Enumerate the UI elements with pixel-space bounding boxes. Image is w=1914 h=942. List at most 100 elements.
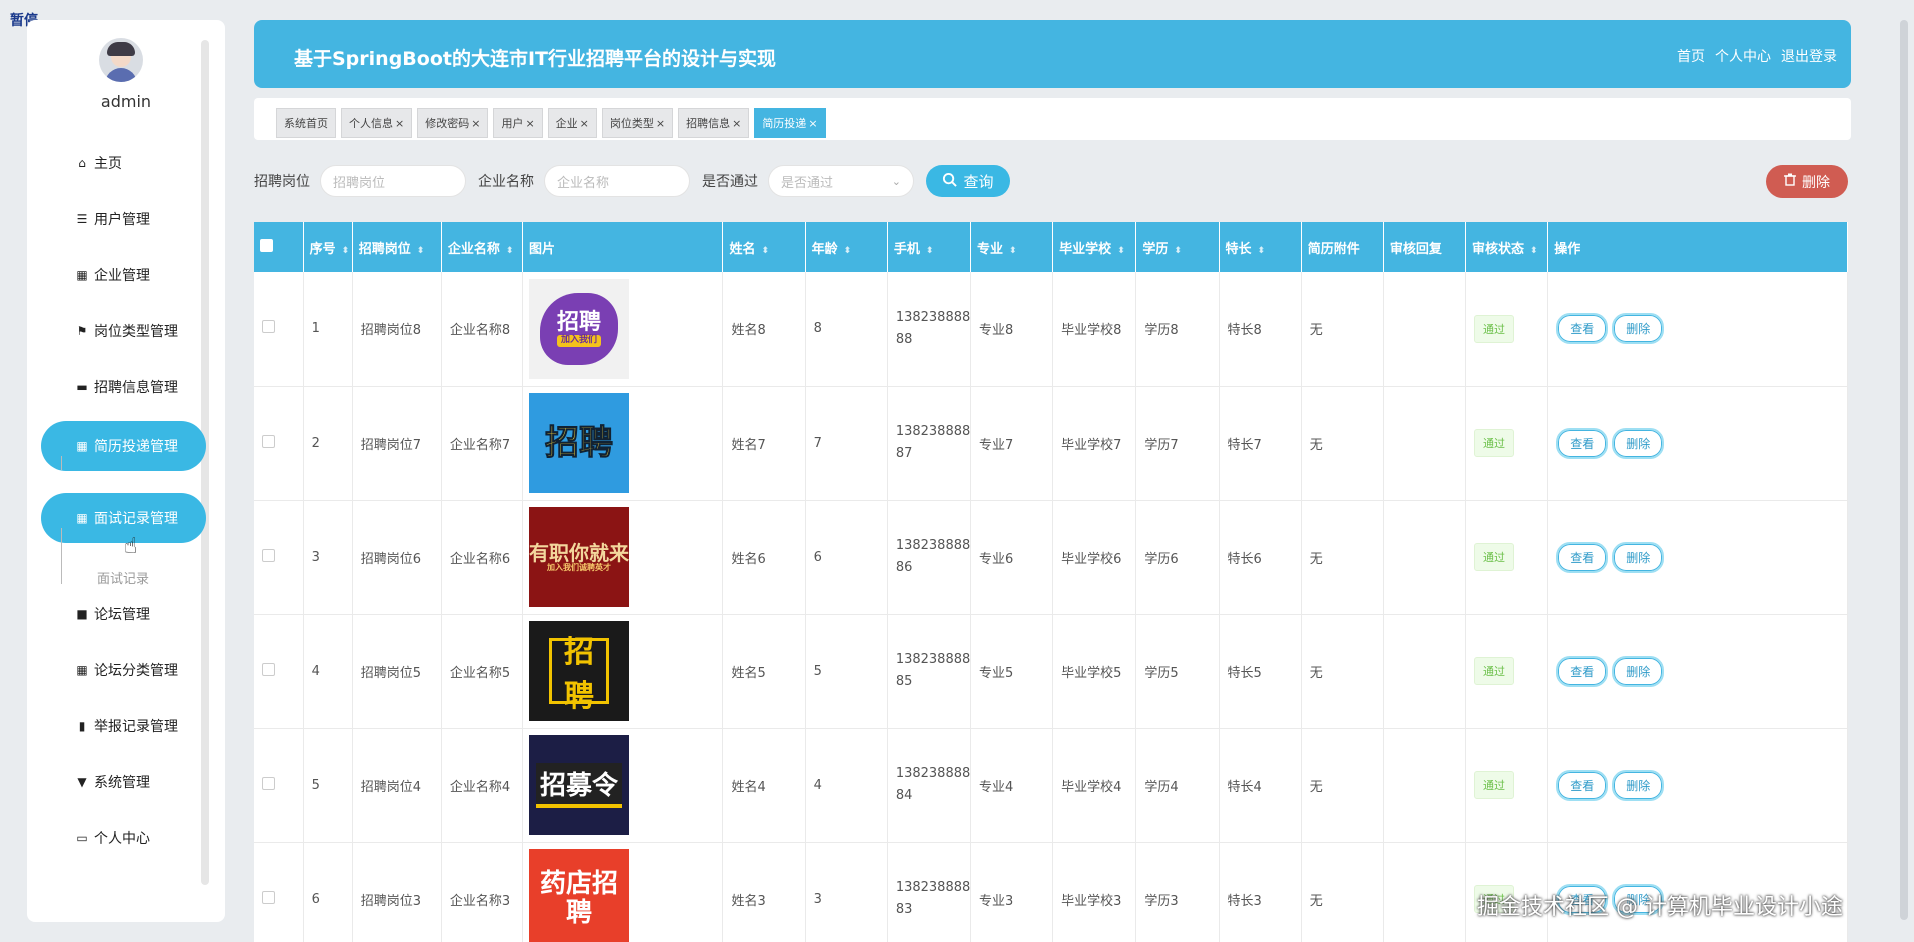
tab-7[interactable]: 简历投递 × — [754, 108, 826, 138]
column-header[interactable]: 特长 ⬍ — [1219, 222, 1302, 272]
pass-filter-select[interactable]: 是否通过 ⌄ — [768, 165, 914, 197]
sidebar-item-forum-category-management[interactable]: ▦ 论坛分类管理 — [41, 645, 206, 695]
batch-delete-button[interactable]: 删除 — [1766, 165, 1848, 198]
tab-6[interactable]: 招聘信息 × — [678, 108, 750, 138]
table-row[interactable]: 3 招聘岗位6 企业名称6 有职你就来 加入我们诚聘英才 姓名6 6 13823888886 专… — [254, 500, 1848, 615]
close-icon[interactable]: × — [525, 117, 534, 130]
column-header[interactable]: 专业 ⬍ — [970, 222, 1054, 272]
tab-1[interactable]: 个人信息 × — [341, 108, 413, 138]
row-delete-button[interactable]: 删除 — [1612, 427, 1665, 459]
table-row[interactable]: 2 招聘岗位7 企业名称7 招聘 姓名7 7 13823888887 专业7 毕业学校7 学历7 特… — [254, 386, 1848, 501]
query-button[interactable]: 查询 — [926, 165, 1010, 197]
close-icon[interactable]: × — [471, 117, 480, 130]
close-icon[interactable]: × — [395, 117, 404, 130]
row-delete-button[interactable]: 删除 — [1612, 655, 1665, 687]
sort-icon[interactable]: ⬍ — [926, 246, 934, 256]
sort-icon[interactable]: ⬍ — [417, 246, 425, 256]
view-button[interactable]: 查看 — [1556, 655, 1609, 687]
row-checkbox[interactable] — [262, 776, 275, 790]
view-button[interactable]: 查看 — [1556, 541, 1609, 573]
sidebar-subitem-interview-record[interactable]: 面试记录 — [97, 568, 149, 587]
header-link-home[interactable]: 首页 — [1677, 46, 1705, 66]
column-header[interactable]: 年龄 ⬍ — [805, 222, 888, 272]
close-icon[interactable]: × — [580, 117, 589, 130]
sort-icon[interactable]: ⬍ — [1009, 246, 1017, 256]
table-row[interactable]: 5 招聘岗位4 企业名称4 招募令 姓名4 4 13823888884 专业4 毕业学校4 学历4… — [254, 728, 1848, 843]
column-header[interactable]: 企业名称 ⬍ — [441, 222, 524, 272]
sidebar-item-home[interactable]: ⌂ 主页 — [41, 138, 206, 188]
cell-phone: 13823888888 — [887, 272, 972, 387]
row-delete-button[interactable]: 删除 — [1612, 769, 1665, 801]
poster-title: 招募令 — [536, 762, 623, 808]
view-button[interactable]: 查看 — [1556, 313, 1609, 345]
row-checkbox-cell[interactable] — [254, 500, 304, 615]
tab-5[interactable]: 岗位类型 × — [601, 108, 674, 138]
row-delete-button[interactable]: 删除 — [1612, 541, 1665, 573]
row-checkbox-cell[interactable] — [254, 614, 304, 729]
sidebar-item-company-management[interactable]: ▦ 企业管理 — [41, 250, 206, 300]
column-header[interactable]: 手机 ⬍ — [887, 222, 972, 272]
tab-4[interactable]: 企业 × — [547, 108, 597, 138]
row-checkbox[interactable] — [262, 434, 275, 448]
cell-age: 8 — [805, 272, 888, 387]
recruitment-poster-image[interactable]: 有职你就来 加入我们诚聘英才 — [529, 507, 630, 607]
header-link-profile[interactable]: 个人中心 — [1715, 46, 1771, 66]
close-icon[interactable]: × — [656, 117, 665, 130]
select-all-checkbox[interactable] — [260, 238, 273, 252]
sort-icon[interactable]: ⬍ — [844, 246, 852, 256]
view-button[interactable]: 查看 — [1556, 769, 1609, 801]
avatar[interactable] — [99, 38, 143, 82]
row-delete-button[interactable]: 删除 — [1612, 313, 1665, 345]
row-checkbox-cell[interactable] — [254, 386, 304, 501]
sidebar-item-personal-center[interactable]: ▭ 个人中心 — [41, 813, 206, 863]
row-checkbox-cell[interactable] — [254, 842, 304, 942]
sort-icon[interactable]: ⬍ — [506, 246, 514, 256]
sort-icon[interactable]: ⬍ — [1117, 246, 1125, 256]
job-filter-input[interactable]: 招聘岗位 — [320, 165, 466, 197]
recruitment-poster-image[interactable]: 药店招聘 — [529, 849, 630, 942]
sort-icon[interactable]: ⬍ — [342, 246, 350, 256]
column-header[interactable]: 姓名 ⬍ — [722, 222, 806, 272]
cell-status: 通过 — [1465, 272, 1549, 387]
close-icon[interactable]: × — [808, 117, 817, 130]
sidebar-item-recruitment-info-management[interactable]: ▬ 招聘信息管理 — [41, 362, 206, 412]
company-filter-input[interactable]: 企业名称 — [544, 165, 690, 197]
cell-actions: 查看 删除 — [1547, 500, 1848, 615]
recruitment-poster-image[interactable]: 招聘 加入我们 — [529, 278, 630, 379]
sort-icon[interactable]: ⬍ — [1258, 246, 1266, 256]
row-checkbox-cell[interactable] — [254, 728, 304, 843]
column-header[interactable]: 毕业学校 ⬍ — [1052, 222, 1137, 272]
sidebar-item-report-record-management[interactable]: ▮ 举报记录管理 — [41, 701, 206, 751]
sort-icon[interactable]: ⬍ — [1530, 246, 1538, 256]
table-row[interactable]: 1 招聘岗位8 企业名称8 招聘 加入我们 姓名8 8 13823888888 专业8 毕业学校8… — [254, 272, 1848, 387]
row-checkbox[interactable] — [262, 320, 275, 334]
table-row[interactable]: 4 招聘岗位5 企业名称5 招聘 姓名5 5 13823888885 专业5 毕业学校5 学历5 特… — [254, 614, 1848, 729]
cell-edu: 学历4 — [1135, 728, 1220, 843]
sidebar-item-user-management[interactable]: ☰ 用户管理 — [41, 194, 206, 244]
row-checkbox[interactable] — [262, 890, 275, 904]
sort-icon[interactable]: ⬍ — [762, 246, 770, 256]
tab-2[interactable]: 修改密码 × — [417, 108, 489, 138]
row-checkbox[interactable] — [262, 548, 275, 562]
tab-0[interactable]: 系统首页 — [276, 108, 336, 138]
close-icon[interactable]: × — [732, 117, 741, 130]
tab-3[interactable]: 用户 × — [493, 108, 543, 138]
sort-icon[interactable]: ⬍ — [1174, 246, 1182, 256]
column-header[interactable]: 招聘岗位 ⬍ — [352, 222, 442, 272]
select-all-checkbox-cell[interactable] — [254, 222, 304, 272]
view-button[interactable]: 查看 — [1556, 427, 1609, 459]
row-checkbox-cell[interactable] — [254, 272, 304, 387]
row-checkbox[interactable] — [262, 662, 275, 676]
sidebar-item-forum-management[interactable]: ■ 论坛管理 — [41, 589, 206, 639]
column-header[interactable]: 审核状态 ⬍ — [1465, 222, 1549, 272]
column-header[interactable]: 学历 ⬍ — [1135, 222, 1220, 272]
header-link-logout[interactable]: 退出登录 — [1781, 46, 1837, 66]
column-header[interactable]: 序号 ⬍ — [303, 222, 353, 272]
sidebar-item-resume-delivery-management[interactable]: ▦ 简历投递管理 — [41, 421, 206, 471]
recruitment-poster-image[interactable]: 招聘 — [529, 393, 630, 493]
page-scrollbar[interactable] — [1900, 20, 1908, 920]
recruitment-poster-image[interactable]: 招聘 — [529, 621, 630, 721]
sidebar-item-job-type-management[interactable]: ⚑ 岗位类型管理 — [41, 306, 206, 356]
recruitment-poster-image[interactable]: 招募令 — [529, 735, 630, 835]
sidebar-item-system-management[interactable]: ▼ 系统管理 — [41, 757, 206, 807]
